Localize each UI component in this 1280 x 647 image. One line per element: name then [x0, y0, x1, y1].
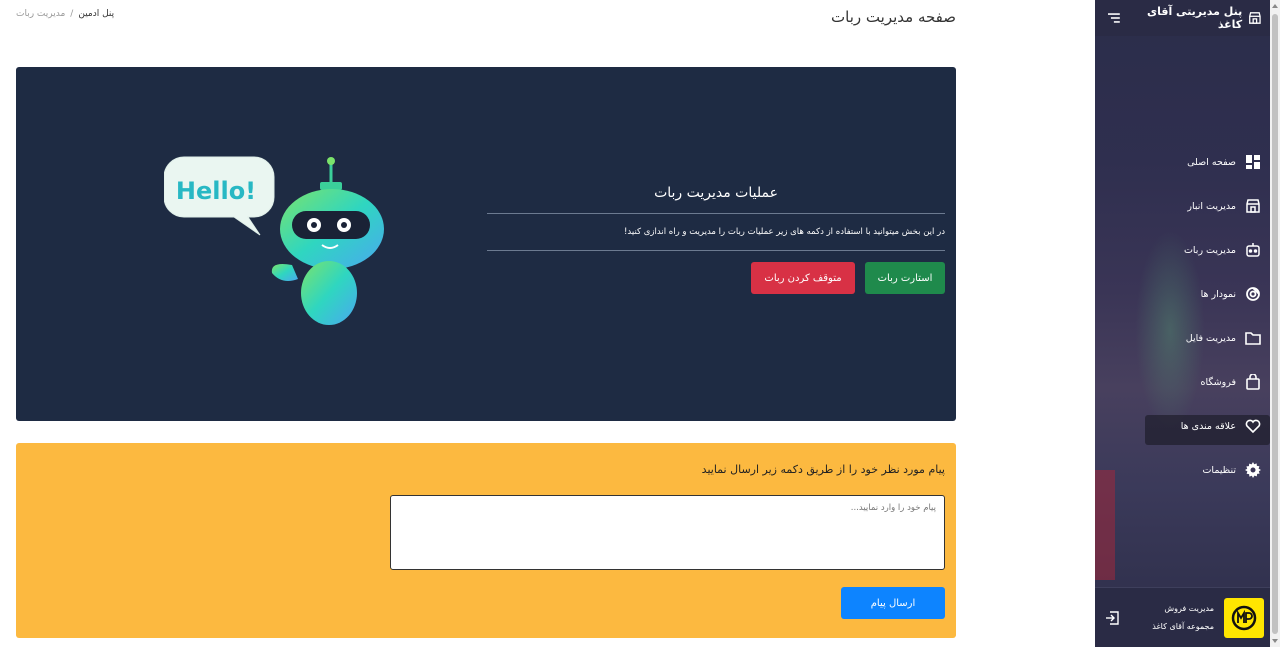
sidebar: پنل مدیریتی آقای کاغذ صفحه اصلی مدیریت ا…: [1095, 0, 1270, 647]
robot-icon: [1244, 242, 1261, 259]
brand[interactable]: پنل مدیریتی آقای کاغذ: [1121, 5, 1262, 31]
sidebar-item-label: فروشگاه: [1200, 376, 1236, 388]
store-icon: [1249, 12, 1261, 24]
sidebar-item-label: مدیریت ربات: [1183, 244, 1236, 256]
sidebar-item-warehouse[interactable]: مدیریت انبار: [1095, 184, 1270, 228]
scrollbar-thumb[interactable]: [1272, 14, 1278, 634]
robot-illustration: Hello!: [164, 156, 384, 325]
robot-operations-card: عملیات مدیریت ربات در این بخش میتوانید ب…: [16, 67, 956, 421]
menu-toggle-icon[interactable]: [1107, 12, 1121, 24]
brand-title: پنل مدیریتی آقای کاغذ: [1147, 5, 1243, 31]
sidebar-item-label: صفحه اصلی: [1187, 156, 1236, 168]
sidebar-item-label: تنظیمات: [1202, 464, 1236, 476]
page-title: صفحه مدیریت ربات: [831, 8, 956, 26]
breadcrumb-home[interactable]: پنل ادمین: [78, 9, 114, 19]
sidebar-header: پنل مدیریتی آقای کاغذ: [1095, 0, 1270, 36]
stop-robot-button[interactable]: متوقف کردن ربات: [751, 262, 855, 294]
avatar[interactable]: [1224, 597, 1264, 638]
sidebar-user-panel: مدیریت فروش مجموعه آقای کاغذ: [1095, 587, 1270, 647]
breadcrumb-current: مدیریت ربات: [16, 9, 66, 19]
message-textarea[interactable]: [390, 495, 945, 570]
robot-operations-panel: عملیات مدیریت ربات در این بخش میتوانید ب…: [487, 185, 945, 294]
user-role: مدیریت فروش: [1164, 603, 1214, 613]
user-info: مدیریت فروش مجموعه آقای کاغذ: [1152, 600, 1214, 636]
message-title: پیام مورد نظر خود را از طریق دکمه زیر ار…: [701, 463, 945, 476]
sidebar-item-label: علاقه مندی ها: [1180, 420, 1236, 432]
shopping-bag-icon: [1244, 374, 1261, 391]
message-card: پیام مورد نظر خود را از طریق دکمه زیر ار…: [16, 443, 956, 638]
gear-icon: [1244, 462, 1261, 479]
sidebar-item-shop[interactable]: فروشگاه: [1095, 360, 1270, 404]
breadcrumb: پنل ادمین / مدیریت ربات: [16, 9, 114, 19]
store-icon: [1244, 198, 1261, 215]
logout-icon[interactable]: [1105, 610, 1119, 625]
folder-icon: [1244, 330, 1261, 347]
scroll-up-arrow-icon[interactable]: [1272, 4, 1278, 8]
page-scrollbar[interactable]: [1270, 0, 1280, 647]
heart-icon: [1244, 418, 1261, 435]
sidebar-item-home[interactable]: صفحه اصلی: [1095, 140, 1270, 184]
sidebar-item-favorites[interactable]: علاقه مندی ها: [1095, 404, 1270, 448]
sidebar-menu: صفحه اصلی مدیریت انبار مدیریت ربات نمودا…: [1095, 140, 1270, 492]
chart-icon: [1244, 286, 1261, 303]
robot-button-row: استارت ربات متوقف کردن ربات: [487, 262, 945, 294]
start-robot-button[interactable]: استارت ربات: [865, 262, 945, 294]
sidebar-item-label: مدیریت فایل: [1185, 332, 1236, 344]
breadcrumb-separator: /: [70, 9, 74, 19]
sidebar-item-files[interactable]: مدیریت فایل: [1095, 316, 1270, 360]
sidebar-item-settings[interactable]: تنظیمات: [1095, 448, 1270, 492]
sidebar-item-charts[interactable]: نمودار ها: [1095, 272, 1270, 316]
robot-operations-title: عملیات مدیریت ربات: [654, 185, 778, 201]
hello-bubble-text: Hello!: [176, 177, 256, 205]
scroll-down-arrow-icon[interactable]: [1272, 639, 1278, 643]
sidebar-item-label: مدیریت انبار: [1187, 200, 1236, 212]
sidebar-item-robot[interactable]: مدیریت ربات: [1095, 228, 1270, 272]
logo-icon: [1231, 605, 1257, 630]
dashboard-icon: [1244, 154, 1261, 171]
divider: [487, 250, 945, 251]
user-org: مجموعه آقای کاغذ: [1152, 621, 1214, 631]
robot-operations-description: در این بخش میتوانید با استفاده از دکمه ه…: [624, 227, 945, 237]
send-message-button[interactable]: ارسال پیام: [841, 587, 945, 619]
sidebar-item-label: نمودار ها: [1200, 288, 1236, 300]
